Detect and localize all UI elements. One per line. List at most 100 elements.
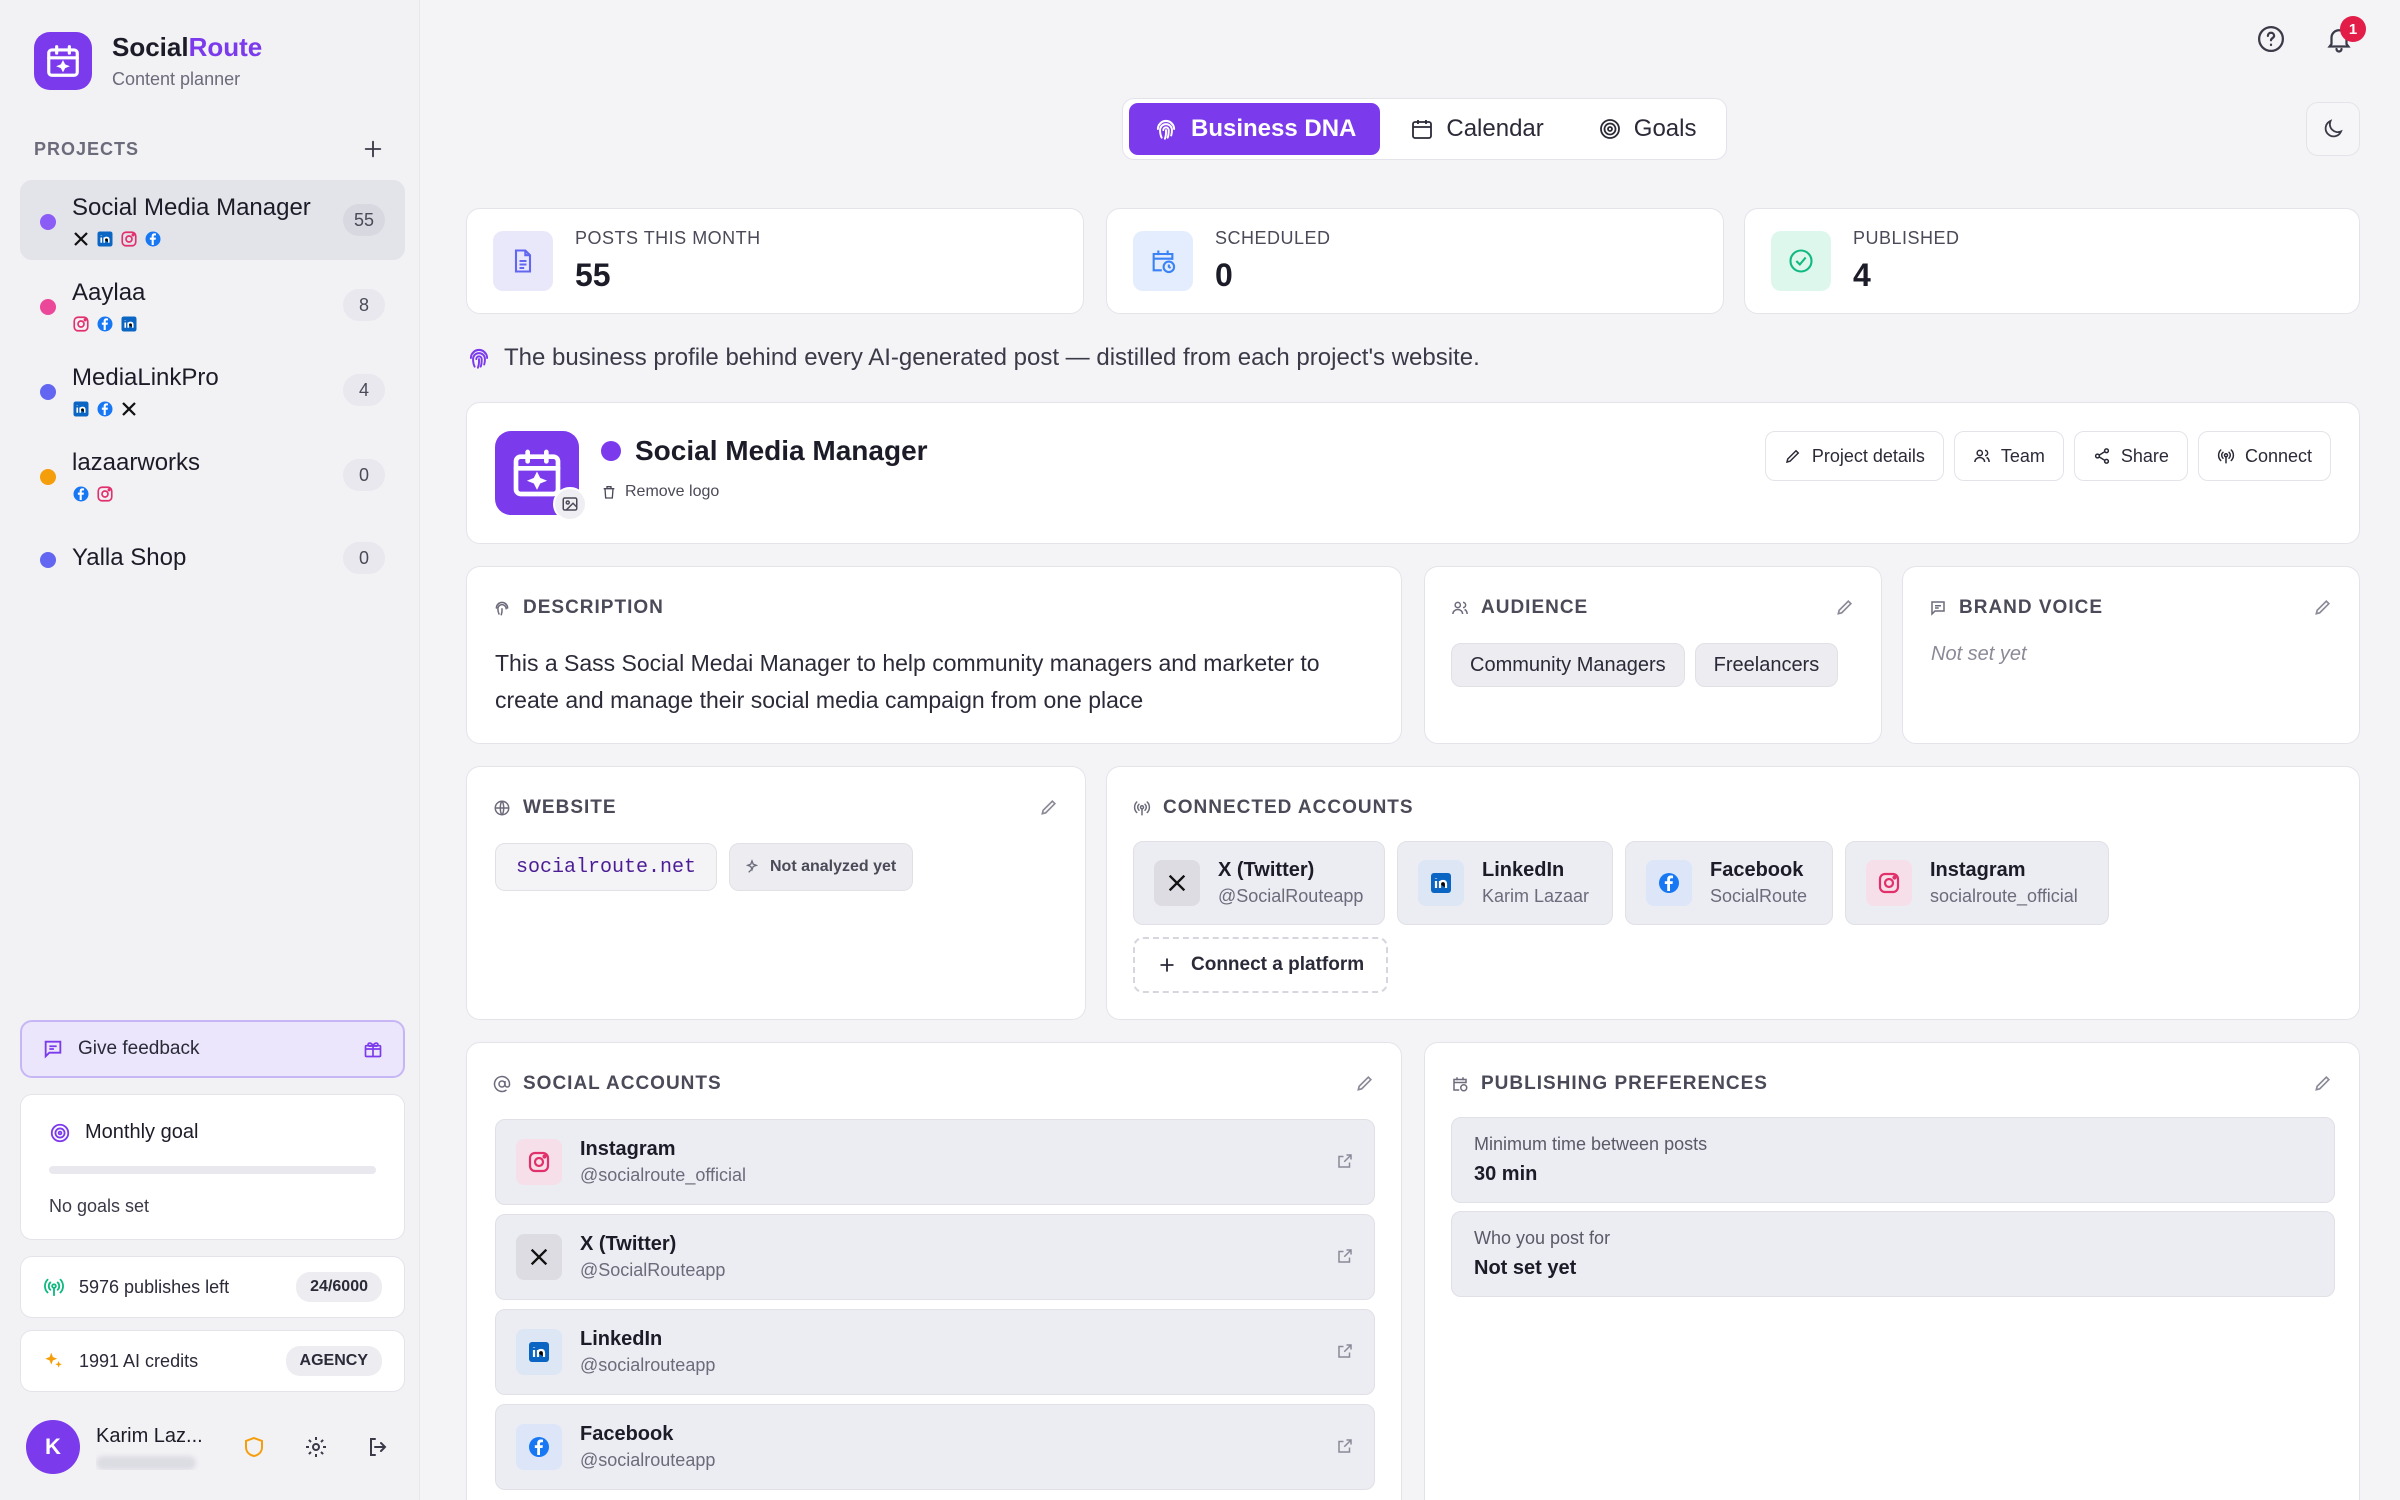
logout-icon[interactable] — [366, 1435, 390, 1459]
pencil-icon[interactable] — [2313, 1073, 2333, 1093]
shield-icon[interactable] — [242, 1435, 266, 1459]
broadcast-icon — [44, 1278, 64, 1297]
project-name: lazaarworks — [72, 449, 201, 476]
facebook-icon — [516, 1424, 562, 1470]
calendar-clock-icon — [1133, 231, 1193, 291]
project-platforms — [72, 485, 385, 503]
project-title: Social Media Manager — [601, 435, 928, 467]
social-account-row[interactable]: Instagram @socialroute_official — [495, 1119, 1375, 1205]
posts-this-month-card: POSTS THIS MONTH 55 — [466, 208, 1084, 314]
broadcast-icon — [2217, 449, 2235, 464]
brand-name: SocialRoute — [112, 32, 263, 62]
external-link-icon[interactable] — [1336, 1247, 1354, 1265]
project-profile-card: Social Media Manager Remove logo Project… — [466, 402, 2360, 544]
external-link-icon[interactable] — [1336, 1342, 1354, 1360]
button-label: Team — [2000, 445, 2045, 466]
project-platforms — [72, 400, 385, 418]
theme-toggle-button[interactable] — [2306, 102, 2360, 156]
project-item[interactable]: lazaarworks 0 — [20, 435, 405, 515]
project-item[interactable]: Aaylaa 8 — [20, 265, 405, 345]
monthly-goal-card[interactable]: Monthly goal No goals set — [20, 1094, 405, 1240]
instagram-icon — [1866, 860, 1912, 906]
account-platform: X (Twitter) — [1218, 859, 1315, 881]
give-feedback-button[interactable]: Give feedback — [20, 1020, 405, 1078]
audience-card: AUDIENCE Community Managers Freelancers — [1424, 566, 1882, 744]
team-button[interactable]: Team — [1953, 431, 2064, 481]
project-count: 4 — [343, 374, 385, 406]
social-account-row[interactable]: Facebook @socialrouteapp — [495, 1404, 1375, 1490]
user-profile[interactable]: K Karim Laz... — [26, 1420, 396, 1474]
project-item[interactable]: MediaLinkPro 4 — [20, 350, 405, 430]
tab-calendar[interactable]: Calendar — [1386, 103, 1567, 155]
linkedin-icon — [97, 231, 113, 247]
connected-account-facebook[interactable]: Facebook SocialRoute — [1625, 841, 1833, 925]
moon-icon — [2324, 119, 2343, 138]
stat-label: PUBLISHED — [1853, 228, 1960, 248]
tab-goals[interactable]: Goals — [1574, 103, 1721, 155]
description-text: This a Sass Social Medai Manager to help… — [495, 650, 1320, 713]
gear-icon[interactable] — [304, 1435, 328, 1459]
top-icons: 1 — [2256, 16, 2366, 54]
x-icon — [516, 1234, 562, 1280]
project-title-text: Social Media Manager — [635, 435, 928, 466]
profile-actions: Project details Team Share Connect — [1764, 431, 2331, 481]
pencil-icon[interactable] — [1835, 597, 1855, 617]
external-link-icon[interactable] — [1336, 1152, 1354, 1170]
image-upload-icon[interactable] — [553, 487, 587, 521]
external-link-icon[interactable] — [1336, 1437, 1354, 1455]
account-handle: @SocialRouteapp — [580, 1260, 726, 1280]
avatar[interactable]: K — [26, 1420, 80, 1474]
brand[interactable]: SocialRoute Content planner — [34, 32, 262, 90]
project-platforms — [72, 315, 385, 333]
project-item[interactable]: Social Media Manager 55 — [20, 180, 405, 260]
account-platform: Instagram — [1930, 859, 2026, 881]
section-title: AUDIENCE — [1481, 597, 1589, 618]
stat-value: 0 — [1215, 257, 1233, 293]
help-icon[interactable] — [2256, 24, 2286, 54]
preferences-list: Minimum time between posts 30 min Who yo… — [1451, 1117, 2335, 1305]
share-button[interactable]: Share — [2073, 431, 2188, 481]
main-tabs: Business DNA Calendar Goals — [1122, 98, 1728, 160]
connected-account-x[interactable]: X (Twitter) @SocialRouteapp — [1133, 841, 1385, 925]
fingerprint-icon — [469, 348, 489, 369]
connected-account-linkedin[interactable]: LinkedIn Karim Lazaar — [1397, 841, 1613, 925]
social-account-row[interactable]: X (Twitter) @SocialRouteapp — [495, 1214, 1375, 1300]
facebook-icon — [97, 316, 113, 332]
project-color-dot — [40, 299, 56, 315]
remove-logo-button[interactable]: Remove logo — [601, 483, 719, 501]
section-header: CONNECTED ACCOUNTS — [1133, 797, 1414, 819]
ai-credits-label: 1991 AI credits — [79, 1350, 199, 1371]
x-icon — [122, 402, 136, 416]
social-account-row[interactable]: LinkedIn @socialrouteapp — [495, 1309, 1375, 1395]
projects-header: PROJECTS — [34, 138, 384, 160]
account-handle: socialroute_official — [1930, 886, 2078, 906]
project-logo[interactable] — [495, 431, 587, 521]
connected-account-instagram[interactable]: Instagram socialroute_official — [1845, 841, 2109, 925]
stat-value: 4 — [1853, 257, 1871, 293]
add-project-icon[interactable] — [362, 138, 384, 160]
website-url[interactable]: socialroute.net — [495, 843, 718, 891]
connect-button[interactable]: Connect — [2197, 431, 2331, 481]
plus-icon — [1160, 958, 1174, 972]
sparkles-icon — [45, 1352, 62, 1368]
project-item[interactable]: Yalla Shop 0 — [20, 520, 405, 600]
check-circle-icon — [1771, 231, 1831, 291]
analyze-status-button[interactable]: Not analyzed yet — [729, 843, 914, 891]
project-list: Social Media Manager 55 Aaylaa 8 MediaLi… — [20, 180, 405, 605]
pencil-icon[interactable] — [2313, 597, 2333, 617]
tab-business-dna[interactable]: Business DNA — [1129, 103, 1381, 155]
notifications-button[interactable]: 1 — [2324, 16, 2366, 54]
pencil-icon[interactable] — [1355, 1073, 1375, 1093]
description-card: DESCRIPTION This a Sass Social Medai Man… — [466, 566, 1402, 744]
calendar-clock-icon — [1453, 1077, 1468, 1092]
facebook-icon — [73, 486, 89, 502]
project-color-dot — [40, 469, 56, 485]
pencil-icon[interactable] — [1039, 797, 1059, 817]
account-handle: @socialrouteapp — [580, 1450, 716, 1470]
preference-row: Who you post for Not set yet — [1451, 1211, 2335, 1297]
sidebar: SocialRoute Content planner PROJECTS Soc… — [0, 0, 420, 1500]
document-icon — [493, 231, 553, 291]
project-name: Yalla Shop — [72, 544, 187, 571]
project-details-button[interactable]: Project details — [1764, 431, 1944, 481]
connect-platform-button[interactable]: Connect a platform — [1133, 937, 1389, 993]
